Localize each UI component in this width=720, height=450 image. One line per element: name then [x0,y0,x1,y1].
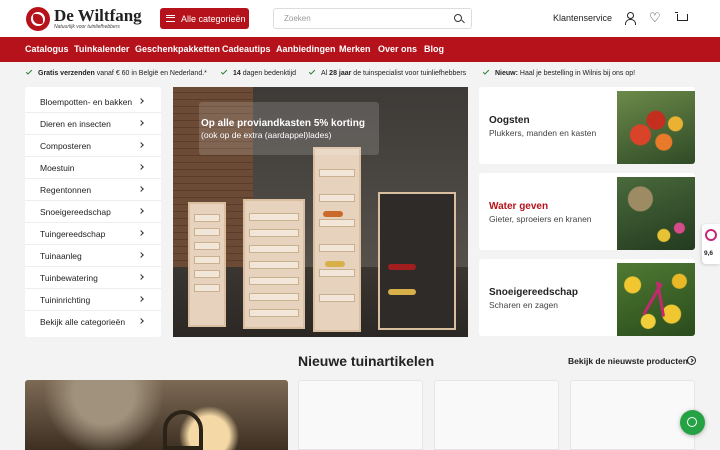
category-item[interactable]: Tuinaanleg [25,245,161,267]
lamp-image [163,410,203,450]
whatsapp-chat-icon[interactable] [680,410,705,435]
nav-item-over-ons[interactable]: Over ons [378,44,417,54]
chevron-right-icon [138,208,144,214]
hero-subtitle: (ook op de extra (aardappel)lades) [201,130,332,140]
category-item[interactable]: Moestuin [25,157,161,179]
chevron-right-icon [138,142,144,148]
pruning-shears-image [617,263,695,336]
chevron-right-icon [138,296,144,302]
card-water-geven[interactable]: Water geven Gieter, sproeiers en kranen [479,173,695,250]
rating-score: 9,6 [704,250,714,257]
menu-icon [166,15,175,22]
chevron-right-icon [138,274,144,280]
category-item[interactable]: Tuinbewatering [25,267,161,289]
card-title: Oogsten [489,115,530,126]
usp-return: 14 dagen bedenktijd [220,68,296,77]
chevron-right-icon [138,98,144,104]
logo[interactable]: De Wiltfang Natuurlijk voor tuinliefhebb… [26,6,146,32]
rating-logo-icon [705,229,717,241]
category-item[interactable]: Tuininrichting [25,289,161,311]
search-placeholder: Zoeken [284,14,311,23]
chevron-right-icon [138,164,144,170]
nav-item-merken[interactable]: Merken [339,44,371,54]
harvest-basket-image [617,91,695,164]
nav-item-geschenkpakketten[interactable]: Geschenkpakketten [135,44,220,54]
cabinet-image [378,192,456,330]
search-icon[interactable] [454,14,462,22]
category-item[interactable]: Tuingereedschap [25,223,161,245]
checkmark-icon [308,68,316,75]
chevron-right-icon [138,186,144,192]
cabinet-image [313,147,361,332]
usp-experience: Al 28 jaar de tuinspecialist voor tuinli… [308,68,466,77]
search-input[interactable]: Zoeken [273,8,472,29]
all-categories-link[interactable]: Bekijk alle categorieën [25,311,161,333]
logo-tagline: Natuurlijk voor tuinliefhebbers [54,24,120,30]
cart-icon[interactable] [675,11,689,25]
category-item[interactable]: Bloempotten- en bakken [25,91,161,113]
deer-logo-icon [26,7,50,31]
nav-item-blog[interactable]: Blog [424,44,444,54]
rating-badge[interactable]: 9,6 [702,224,720,264]
site-header: De Wiltfang Natuurlijk voor tuinliefhebb… [0,0,720,37]
see-newest-link[interactable]: Bekijk de nieuwste producten [568,356,688,366]
heart-icon[interactable]: ♡ [649,11,663,25]
chevron-right-icon [138,252,144,258]
cabinet-image [243,199,305,329]
nav-item-cadeautips[interactable]: Cadeautips [222,44,271,54]
category-item[interactable]: Regentonnen [25,179,161,201]
promo-image[interactable] [25,380,288,450]
all-categories-label: Alle categorieën [181,13,246,24]
card-subtitle: Scharen en zagen [489,300,558,310]
customer-service-link[interactable]: Klantenservice [553,13,612,23]
nav-item-tuinkalender[interactable]: Tuinkalender [74,44,129,54]
category-item[interactable]: Snoeigereedschap [25,201,161,223]
product-card[interactable] [570,380,695,450]
usp-shipping: Gratis verzenden vanaf € 60 in België en… [25,68,207,77]
card-snoeigereedschap[interactable]: Snoeigereedschap Scharen en zagen [479,259,695,336]
card-title: Water geven [489,201,549,212]
checkmark-icon [220,68,228,75]
main-nav: Catalogus Tuinkalender Geschenkpakketten… [0,37,720,62]
section-title: Nieuwe tuinartikelen [298,353,435,369]
watering-can-image [617,177,695,250]
cabinet-image [188,202,226,327]
logo-name: De Wiltfang [54,6,142,25]
checkmark-icon [482,68,490,75]
card-subtitle: Plukkers, manden en kasten [489,128,597,138]
all-categories-button[interactable]: Alle categorieën [160,8,249,29]
checkmark-icon [25,68,33,75]
hero-banner[interactable]: Op alle proviandkasten 5% korting (ook o… [173,87,468,337]
user-icon[interactable] [623,11,637,25]
chevron-right-icon [138,120,144,126]
hero-title: Op alle proviandkasten 5% korting [201,118,365,129]
arrow-right-icon[interactable] [687,356,696,365]
category-item[interactable]: Composteren [25,135,161,157]
card-title: Snoeigereedschap [489,287,578,298]
category-item[interactable]: Dieren en insecten [25,113,161,135]
nav-item-aanbiedingen[interactable]: Aanbiedingen [276,44,336,54]
chevron-right-icon [138,318,144,324]
nav-item-catalogus[interactable]: Catalogus [25,44,69,54]
product-card[interactable] [298,380,423,450]
card-oogsten[interactable]: Oogsten Plukkers, manden en kasten [479,87,695,164]
card-subtitle: Gieter, sproeiers en kranen [489,214,592,224]
usp-pickup: Nieuw: Haal je bestelling in Wilnis bij … [482,68,635,77]
chevron-right-icon [138,230,144,236]
product-card[interactable] [434,380,559,450]
category-list: Bloempotten- en bakken Dieren en insecte… [25,87,161,337]
